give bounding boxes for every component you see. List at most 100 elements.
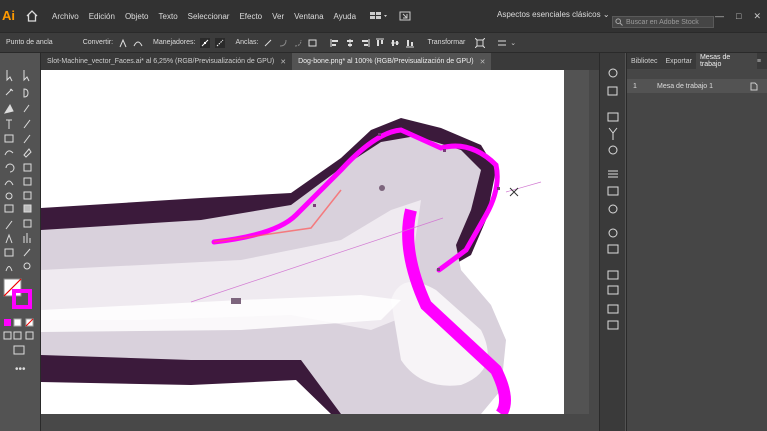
chevron-down-icon: ⌄ [602, 10, 610, 19]
convert-smooth-icon[interactable] [133, 38, 143, 48]
type-tool-icon [6, 119, 12, 129]
appearance-icon [607, 186, 619, 196]
panel-dock [599, 53, 625, 431]
align-top-icon[interactable] [375, 38, 385, 48]
main-menu: Archivo Edición Objeto Texto Seleccionar… [47, 12, 361, 21]
color-icon [608, 204, 618, 214]
artboard-row[interactable]: 1 Mesa de trabajo 1 [627, 79, 767, 93]
rectangle-tool-icon [4, 134, 14, 143]
artboard-options-icon[interactable] [750, 82, 758, 91]
free-transform-icon [23, 177, 32, 186]
tab-slot-machine[interactable]: Slot-Machine_vector_Faces.ai* al 6,25% (… [41, 53, 292, 70]
options-icon[interactable] [497, 38, 507, 48]
line-tool-icon [23, 119, 31, 129]
perspective-icon [23, 191, 32, 200]
eraser-icon [23, 148, 32, 158]
gpu-performance-icon[interactable] [399, 11, 411, 21]
magic-wand-icon [5, 88, 14, 96]
chevron-down-icon[interactable]: ⌄ [510, 39, 516, 47]
menu-edicion[interactable]: Edición [84, 12, 120, 21]
lasso-icon [23, 88, 29, 98]
selection-tool-icon [6, 70, 13, 82]
transform-button[interactable]: Transformar [427, 39, 465, 46]
swatches-icon [607, 244, 619, 254]
maximize-icon[interactable]: □ [736, 11, 741, 22]
menu-objeto[interactable]: Objeto [120, 12, 154, 21]
menu-texto[interactable]: Texto [154, 12, 183, 21]
convert-corner-icon[interactable] [118, 38, 128, 48]
gradient-mode-icon [13, 318, 22, 327]
remove-anchor-icon[interactable] [263, 38, 273, 48]
libraries-icon [608, 68, 618, 78]
align-middle-icon[interactable] [390, 38, 400, 48]
draw-inside-icon [25, 331, 34, 340]
artboard-tool-icon [4, 248, 14, 257]
artboards-panel: Bibliotec Exportar Mesas de trabajo ≡ 1 … [626, 53, 767, 431]
show-handles-icon[interactable] [200, 37, 211, 48]
minimize-icon[interactable]: — [715, 11, 724, 22]
hide-handles-icon[interactable] [215, 37, 226, 48]
align-center-icon[interactable] [345, 38, 355, 48]
workspace-switcher[interactable]: Aspectos esenciales clásicos ⌄ [497, 10, 610, 19]
connect-anchors-icon[interactable] [278, 38, 288, 48]
align-right-icon[interactable] [360, 38, 370, 48]
illustrator-window: Ai Archivo Edición Objeto Texto Seleccio… [0, 0, 767, 431]
artboard-canvas[interactable] [41, 70, 599, 414]
vertical-scrollbar[interactable] [589, 70, 599, 414]
panel-menu-icon[interactable]: ≡ [757, 53, 767, 69]
cut-path-icon[interactable] [293, 38, 303, 48]
search-input[interactable]: Buscar en Adobe Stock [626, 19, 699, 26]
close-icon[interactable]: ✕ [480, 58, 486, 66]
selection-type-label: Punto de ancla [6, 39, 53, 46]
screen-mode-icon [13, 345, 25, 355]
workspace-label: Aspectos esenciales clásicos [497, 10, 601, 19]
tab-libraries[interactable]: Bibliotec [627, 53, 661, 69]
isolate-icon[interactable] [308, 38, 318, 48]
close-icon[interactable]: ✕ [280, 58, 286, 66]
tab-export[interactable]: Exportar [661, 53, 695, 69]
menu-archivo[interactable]: Archivo [47, 12, 84, 21]
color-mode-icon [4, 319, 11, 326]
shaper-icon [4, 150, 14, 156]
align-icon [607, 285, 619, 295]
menu-ver[interactable]: Ver [267, 12, 289, 21]
menu-ayuda[interactable]: Ayuda [329, 12, 362, 21]
tab-dog-bone[interactable]: Dog-bone.png* al 100% (RGB/Previsualizac… [292, 53, 492, 70]
scale-icon [23, 163, 32, 172]
tab-label: Dog-bone.png* al 100% (RGB/Previsualizac… [298, 58, 474, 65]
gradient-icon [23, 204, 32, 213]
stock-search[interactable]: Buscar en Adobe Stock [612, 16, 714, 28]
tab-artboards[interactable]: Mesas de trabajo [695, 53, 757, 69]
symbols-icon [608, 145, 618, 155]
navigator-icon [607, 320, 619, 330]
horizontal-scrollbar[interactable] [41, 414, 599, 431]
close-icon[interactable]: ✕ [753, 11, 761, 22]
rotate-icon [5, 163, 15, 173]
graph-tool-icon [23, 233, 31, 243]
menu-seleccionar[interactable]: Seleccionar [183, 12, 235, 21]
menu-ventana[interactable]: Ventana [289, 12, 328, 21]
handles-label: Manejadores: [153, 39, 196, 46]
direct-selection-tool-icon [23, 70, 30, 82]
hand-tool-icon [5, 266, 13, 272]
convert-label: Convertir: [82, 39, 114, 46]
zoom-tool-icon [23, 262, 31, 270]
export-icon [607, 86, 618, 96]
align-left-icon[interactable] [330, 38, 340, 48]
menu-efecto[interactable]: Efecto [234, 12, 267, 21]
artboard-index: 1 [633, 82, 637, 90]
home-icon[interactable] [26, 10, 38, 22]
panel-tabs: Bibliotec Exportar Mesas de trabajo ≡ [627, 53, 767, 69]
layout-icons [369, 11, 411, 21]
align-bottom-icon[interactable] [405, 38, 415, 48]
tools-panel: ••• [0, 53, 41, 431]
artboards-icon [607, 112, 619, 122]
draw-behind-icon [13, 331, 22, 340]
svg-text:•••: ••• [15, 364, 26, 375]
mesh-icon [4, 204, 14, 213]
shape-bounds-icon[interactable] [475, 37, 486, 48]
paintbrush-icon [23, 134, 31, 144]
shape-builder-icon [5, 192, 13, 200]
symbol-sprayer-icon [5, 233, 13, 244]
arrange-documents-icon[interactable] [369, 11, 389, 21]
